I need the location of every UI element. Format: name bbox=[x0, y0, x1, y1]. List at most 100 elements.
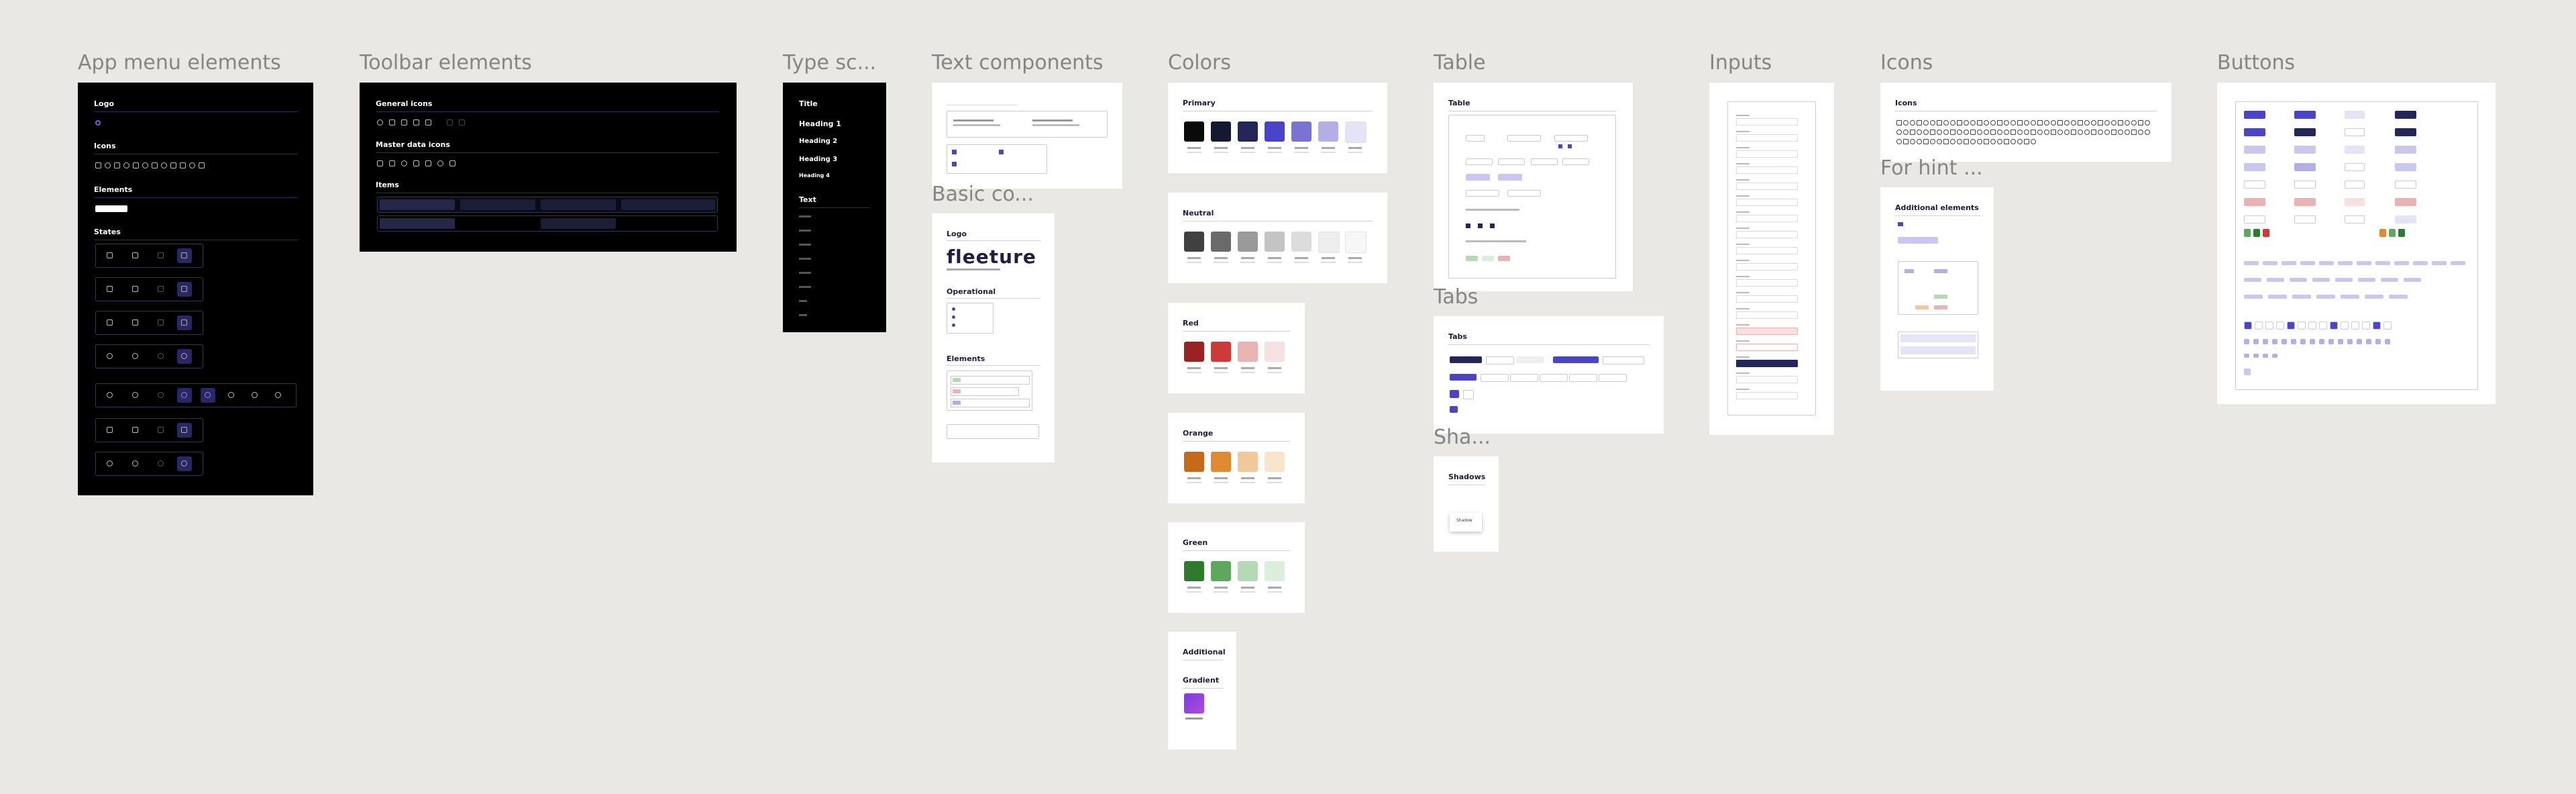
sample-button[interactable] bbox=[2294, 215, 2316, 224]
tab-active[interactable] bbox=[1553, 356, 1599, 363]
tab[interactable] bbox=[1486, 356, 1514, 364]
toolbar-mini-button[interactable] bbox=[2244, 339, 2249, 344]
tab-active[interactable] bbox=[1450, 356, 1482, 363]
action-link[interactable] bbox=[2358, 278, 2375, 282]
checkbox[interactable] bbox=[999, 150, 1004, 154]
toolbar-mini-button[interactable] bbox=[2310, 339, 2315, 344]
sample-button[interactable] bbox=[2345, 215, 2365, 224]
pagination-button[interactable] bbox=[2244, 321, 2252, 330]
tab-icon[interactable] bbox=[1463, 390, 1474, 399]
table-input[interactable] bbox=[1562, 158, 1589, 165]
input-field[interactable] bbox=[1736, 279, 1798, 287]
input-field[interactable] bbox=[1736, 263, 1798, 270]
text-field[interactable] bbox=[947, 97, 1018, 105]
action-link[interactable] bbox=[2375, 261, 2390, 265]
tab[interactable] bbox=[1517, 356, 1544, 363]
tab[interactable] bbox=[1603, 356, 1644, 364]
input-field[interactable] bbox=[1736, 118, 1798, 126]
toolbar-mini-button[interactable] bbox=[2328, 339, 2334, 344]
sample-button[interactable] bbox=[2294, 146, 2316, 154]
element-item[interactable] bbox=[951, 387, 1019, 396]
checkbox[interactable] bbox=[1478, 224, 1483, 228]
action-link[interactable] bbox=[2365, 295, 2383, 299]
input-field[interactable] bbox=[1736, 328, 1798, 335]
sample-button[interactable] bbox=[2244, 111, 2265, 119]
action-link[interactable] bbox=[2451, 261, 2465, 265]
sample-button[interactable] bbox=[2294, 181, 2316, 189]
action-link[interactable] bbox=[2292, 295, 2311, 299]
icon-button[interactable] bbox=[2398, 229, 2405, 237]
toolbar-mini-button[interactable] bbox=[2300, 339, 2306, 344]
toolbar-item-select[interactable] bbox=[621, 199, 715, 210]
pagination-button[interactable] bbox=[2255, 321, 2263, 330]
toolbar-mini-button[interactable] bbox=[2291, 339, 2296, 344]
input-field[interactable] bbox=[1736, 344, 1798, 351]
sample-button[interactable] bbox=[2395, 198, 2416, 206]
toolbar-mini-button[interactable] bbox=[2375, 339, 2381, 344]
input-field[interactable] bbox=[1736, 183, 1798, 190]
checkbox[interactable] bbox=[1490, 224, 1495, 228]
input-field[interactable] bbox=[1736, 360, 1798, 367]
input-field[interactable] bbox=[1736, 150, 1798, 158]
table-input[interactable] bbox=[1531, 158, 1558, 165]
sample-button[interactable] bbox=[2244, 163, 2265, 171]
action-link[interactable] bbox=[2319, 261, 2334, 265]
input-field[interactable] bbox=[1736, 392, 1798, 399]
toolbar-mini-button[interactable] bbox=[2263, 339, 2268, 344]
sample-button[interactable] bbox=[2395, 215, 2416, 224]
sample-button[interactable] bbox=[2345, 128, 2365, 136]
action-link[interactable] bbox=[2263, 261, 2277, 265]
sample-button[interactable] bbox=[2345, 111, 2365, 119]
pagination-button[interactable] bbox=[2362, 321, 2370, 330]
action-link[interactable] bbox=[2290, 278, 2307, 282]
tab-icon-active[interactable] bbox=[1450, 406, 1458, 413]
pagination-button[interactable] bbox=[2373, 321, 2381, 330]
sample-button[interactable] bbox=[2345, 181, 2365, 189]
sample-button[interactable] bbox=[2244, 198, 2265, 206]
table-cell-select[interactable] bbox=[1554, 135, 1588, 142]
pagination-button[interactable] bbox=[2287, 321, 2295, 330]
toolbar-item-button[interactable] bbox=[380, 218, 455, 229]
input-field[interactable] bbox=[1736, 166, 1798, 174]
action-link[interactable] bbox=[2244, 261, 2259, 265]
toolbar-mini-button[interactable] bbox=[2347, 339, 2353, 344]
toolbar-mini-button[interactable] bbox=[2338, 339, 2343, 344]
action-link[interactable] bbox=[2312, 278, 2330, 282]
icon-button[interactable] bbox=[2253, 229, 2260, 237]
tab[interactable] bbox=[1540, 374, 1568, 382]
sample-button[interactable] bbox=[2244, 215, 2265, 224]
sample-button[interactable] bbox=[2395, 146, 2416, 154]
toolbar-mini-button[interactable] bbox=[2272, 339, 2277, 344]
action-link[interactable] bbox=[2316, 295, 2335, 299]
pagination-button[interactable] bbox=[2351, 321, 2359, 330]
icon-button[interactable] bbox=[2244, 229, 2251, 237]
table-input[interactable] bbox=[1507, 190, 1541, 197]
toolbar-item-select[interactable] bbox=[380, 199, 455, 210]
pagination-button[interactable] bbox=[2319, 321, 2327, 330]
tab-icon-active[interactable] bbox=[1450, 390, 1459, 398]
toolbar-mini-button[interactable] bbox=[2319, 339, 2324, 344]
pagination-button[interactable] bbox=[2265, 321, 2273, 330]
sample-button[interactable] bbox=[2345, 146, 2365, 154]
checkbox[interactable] bbox=[952, 162, 957, 166]
action-link[interactable] bbox=[2381, 278, 2398, 282]
icon-button[interactable] bbox=[2263, 229, 2269, 237]
pagination-button[interactable] bbox=[2276, 321, 2284, 330]
sample-button[interactable] bbox=[2345, 163, 2365, 171]
sample-button[interactable] bbox=[2244, 128, 2265, 136]
input-field[interactable] bbox=[1736, 215, 1798, 222]
action-link[interactable] bbox=[2267, 278, 2284, 282]
toolbar-mini-button[interactable] bbox=[2357, 339, 2362, 344]
pagination-button[interactable] bbox=[2308, 321, 2316, 330]
checkbox[interactable] bbox=[952, 150, 957, 154]
action-link[interactable] bbox=[2244, 278, 2261, 282]
sample-button[interactable] bbox=[2294, 163, 2316, 171]
table-cell-select[interactable] bbox=[1507, 135, 1541, 142]
toolbar-mini-button[interactable] bbox=[2272, 354, 2277, 358]
sample-button[interactable] bbox=[2294, 128, 2316, 136]
action-link[interactable] bbox=[2404, 278, 2421, 282]
tab[interactable] bbox=[1510, 374, 1538, 382]
element-item[interactable] bbox=[951, 376, 1030, 385]
sample-button[interactable] bbox=[2244, 181, 2265, 189]
tab[interactable] bbox=[1569, 374, 1597, 382]
